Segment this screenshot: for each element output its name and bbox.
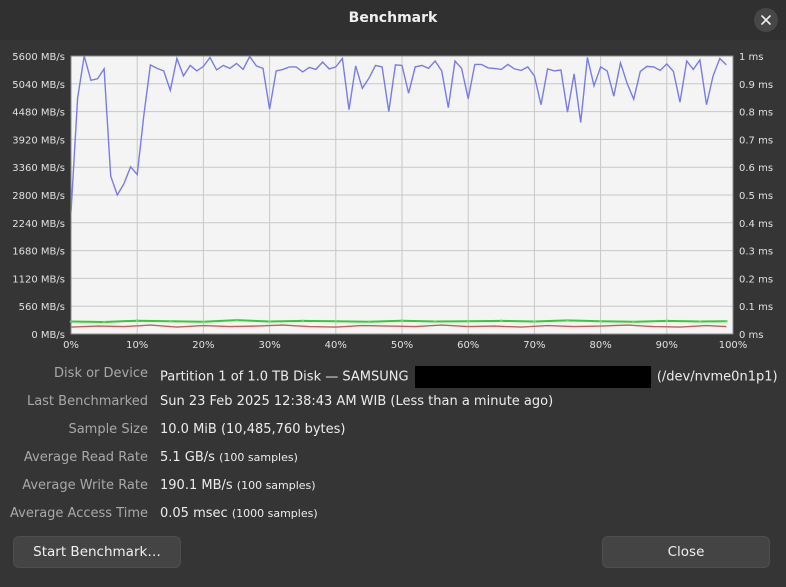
disk-device: (/dev/nvme0n1p1)	[656, 369, 778, 385]
access-time-point	[202, 320, 205, 324]
access-time: 0.05 msec	[160, 506, 228, 521]
y-left-tick-label: 1120 MB/s	[12, 274, 65, 285]
sample-size-label: Sample Size	[68, 422, 148, 437]
access-time-point	[698, 320, 702, 323]
access-time-point	[533, 320, 536, 323]
read-rate: 5.1 GB/s	[160, 450, 215, 465]
close-button[interactable]: Close	[602, 536, 770, 568]
title-bar: Benchmark	[0, 0, 786, 40]
y-right-tick-label: 0.7 ms	[739, 135, 773, 146]
y-left-tick-label: 560 MB/s	[19, 302, 65, 313]
access-time-point	[466, 319, 470, 323]
y-left-tick-label: 3920 MB/s	[12, 135, 65, 146]
x-tick-label: 30%	[258, 340, 280, 351]
y-right-tick-label: 0.6 ms	[739, 163, 773, 174]
sample-size-value: 10.0 MiB (10,485,760 bytes)	[160, 422, 346, 437]
access-time-point	[599, 319, 602, 323]
y-left-tick-label: 5600 MB/s	[12, 52, 65, 63]
y-right-tick-label: 0.2 ms	[739, 274, 773, 285]
x-tick-label: 70%	[523, 340, 545, 351]
access-time-point	[169, 319, 172, 323]
y-right-tick-label: 1 ms	[739, 52, 764, 63]
read-rate-value: 5.1 GB/s (100 samples)	[160, 450, 298, 465]
access-time-point	[268, 320, 271, 323]
x-tick-label: 80%	[589, 340, 611, 351]
access-time-point	[367, 320, 371, 324]
write-rate-label: Average Write Rate	[22, 478, 148, 493]
benchmark-chart: 5600 MB/s 1 ms 5040 MB/s 0.9 ms 4480 MB/s 0.8…	[0, 40, 786, 356]
y-left-tick-label: 2240 MB/s	[12, 219, 65, 230]
y-right-tick-label: 0.4 ms	[739, 219, 773, 230]
y-right-tick-label: 0.8 ms	[739, 108, 773, 119]
disk-value: Partition 1 of 1.0 TB Disk — SAMSUNG (/d…	[160, 366, 778, 388]
access-time-samples: (1000 samples)	[231, 507, 318, 520]
last-benchmarked-label: Last Benchmarked	[26, 394, 148, 409]
access-time-point	[500, 319, 503, 323]
x-tick-label: 60%	[457, 340, 479, 351]
write-rate-samples: (100 samples)	[236, 479, 316, 492]
access-time-point	[433, 320, 437, 323]
x-tick-label: 10%	[126, 340, 148, 351]
y-right-tick-label: 0.1 ms	[739, 302, 773, 313]
benchmark-dialog: Benchmark 5600 MB/s 1 ms 5040 MB/s 0.9 ms 44…	[0, 0, 786, 587]
y-left-tick-label: 0 MB/s	[31, 330, 65, 341]
redacted-serial	[414, 366, 651, 388]
x-tick-label: 40%	[325, 340, 347, 351]
access-time-point	[301, 319, 305, 323]
close-icon	[761, 15, 771, 25]
close-window-button[interactable]	[754, 8, 778, 32]
access-time-point	[235, 318, 238, 322]
read-rate-samples: (100 samples)	[219, 451, 298, 464]
x-tick-label: 90%	[656, 340, 678, 351]
x-tick-label: 100%	[719, 340, 748, 351]
access-time-label: Average Access Time	[10, 506, 148, 521]
y-right-tick-label: 0.3 ms	[739, 247, 773, 258]
access-time-value: 0.05 msec (1000 samples)	[160, 506, 318, 521]
disk-name: Partition 1 of 1.0 TB Disk — SAMSUNG	[160, 369, 409, 385]
access-time-point	[725, 319, 728, 323]
disk-label: Disk or Device	[54, 366, 148, 381]
y-left-tick-label: 3360 MB/s	[12, 163, 65, 174]
read-rate-label: Average Read Rate	[23, 450, 148, 465]
access-time-point	[400, 319, 404, 323]
access-time-point	[566, 319, 569, 322]
y-left-tick-label: 4480 MB/s	[12, 108, 65, 119]
write-rate-value: 190.1 MB/s (100 samples)	[160, 478, 316, 493]
y-left-tick-label: 1680 MB/s	[12, 247, 65, 258]
dialog-title: Benchmark	[348, 10, 438, 26]
access-time-point	[665, 319, 669, 323]
access-time-point	[334, 319, 338, 323]
y-left-tick-label: 5040 MB/s	[12, 80, 65, 91]
y-left-tick-label: 2800 MB/s	[12, 191, 65, 202]
access-time-point	[102, 320, 106, 324]
last-benchmarked-value: Sun 23 Feb 2025 12:38:43 AM WIB (Less th…	[160, 394, 554, 409]
y-right-tick-label: 0.5 ms	[739, 191, 773, 202]
write-rate: 190.1 MB/s	[160, 478, 233, 493]
y-right-tick-label: 0.9 ms	[739, 80, 773, 91]
x-tick-label: 0%	[63, 340, 79, 351]
benchmark-chart-svg: 5600 MB/s 1 ms 5040 MB/s 0.9 ms 4480 MB/s 0.8…	[12, 52, 773, 351]
start-benchmark-button[interactable]: Start Benchmark…	[13, 536, 181, 568]
access-time-point	[135, 319, 139, 323]
x-tick-label: 50%	[391, 340, 413, 351]
access-time-point	[632, 320, 635, 324]
x-tick-label: 20%	[192, 340, 214, 351]
